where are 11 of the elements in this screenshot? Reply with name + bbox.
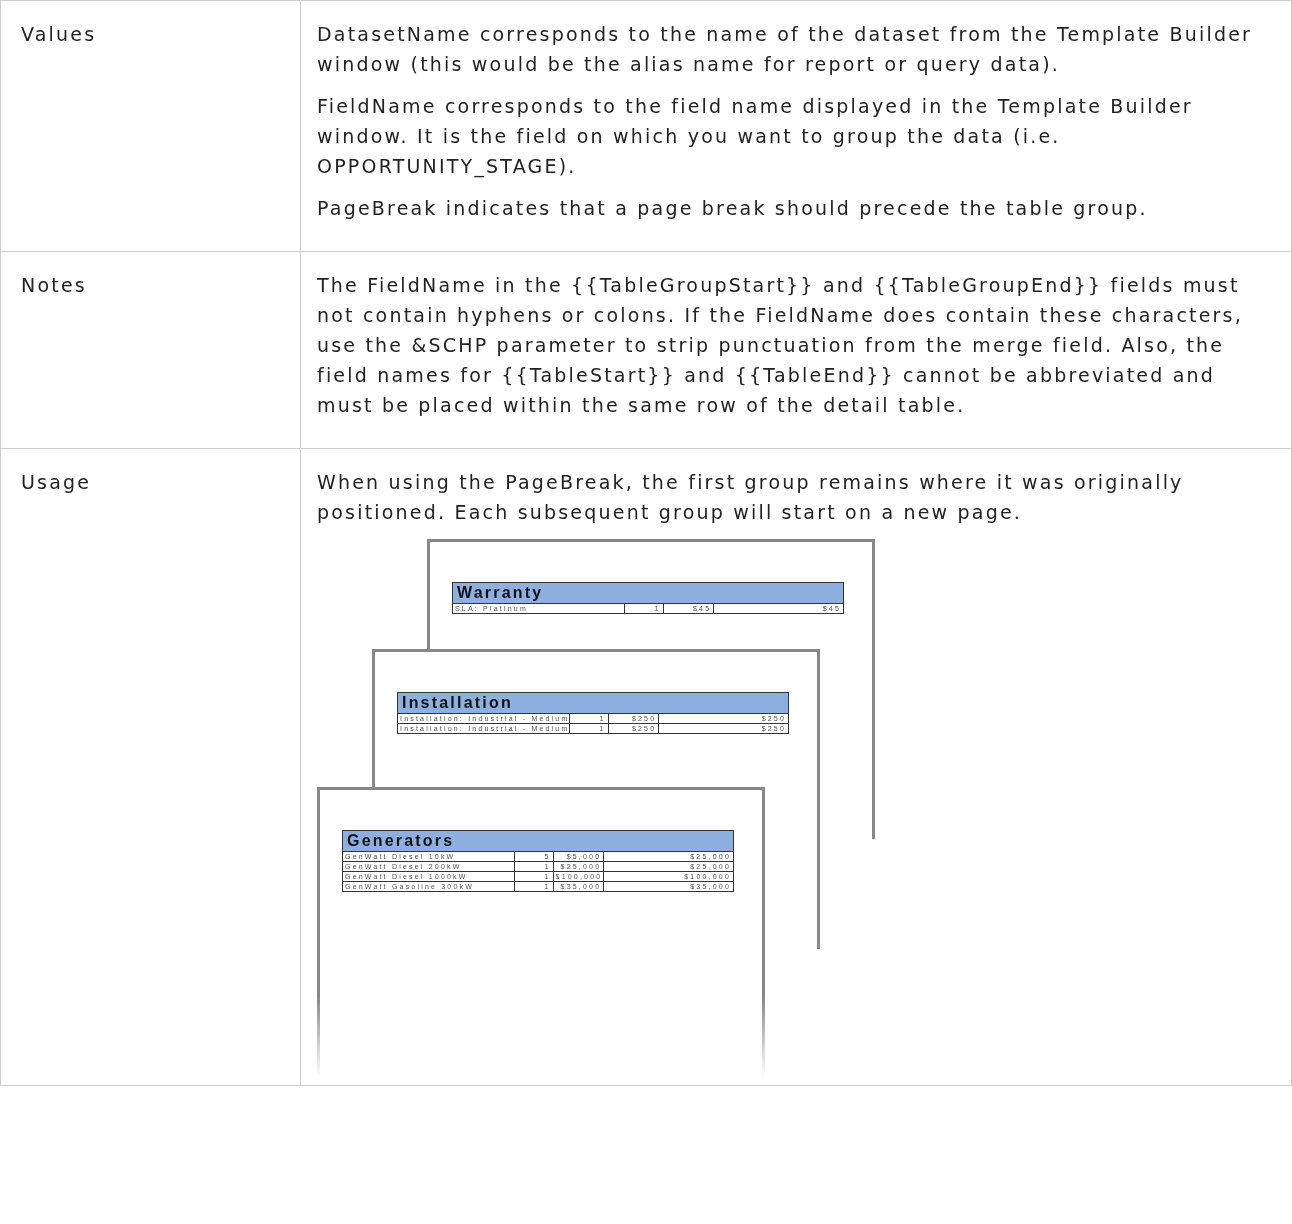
- paragraph: When using the PageBreak, the first group remains where it was originally positioned. Each subsequent group will start on a new page.: [317, 470, 1185, 525]
- paragraph: PageBreak indicates that a page break should precede the table group.: [317, 196, 1149, 221]
- paragraph: DatasetName corresponds to the name of the dataset from the Template Builder window (this would be the alias name for report or query data).: [317, 22, 1254, 77]
- row-label: Values: [1, 1, 301, 252]
- group-title: Warranty: [453, 583, 843, 604]
- group-title: Generators: [343, 831, 733, 852]
- row-label: Notes: [1, 252, 301, 449]
- paragraph: FieldName corresponds to the field name displayed in the Template Builder window. It is the field on which you want to group the data (i.e. OPPORTUNITY_STAGE).: [317, 94, 1194, 180]
- group-title: Installation: [398, 693, 788, 714]
- row-label: Usage: [1, 449, 301, 1086]
- paragraph: The FieldName in the {{TableGroupStart}} and {{TableGroupEnd}} fields must not contain hyphens or colons. If the FieldName does contain these characters, use the &SCHP parameter to strip punctuation from the merge field. Also, the field names for {{TableStart}} and {{TableEnd}} cannot be abbreviated and must be placed within the same row of the detail table.: [317, 273, 1244, 418]
